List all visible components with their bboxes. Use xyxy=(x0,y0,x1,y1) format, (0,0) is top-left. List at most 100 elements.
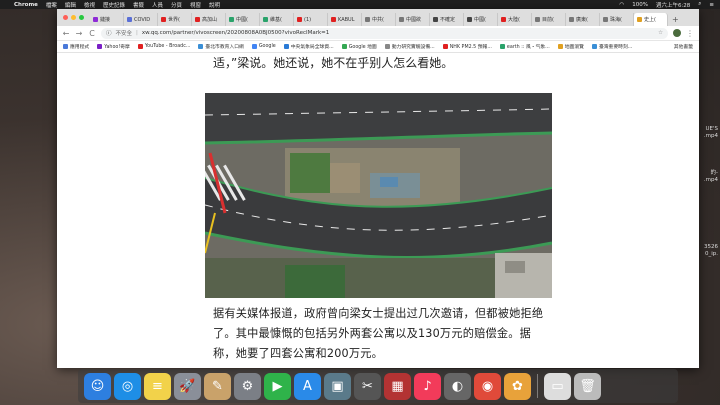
minimize-window-button[interactable] xyxy=(71,15,76,20)
menu-help[interactable]: 說明 xyxy=(209,1,220,9)
tab-favicon-icon xyxy=(637,17,642,22)
tab-label: 珠海( xyxy=(610,17,622,23)
final-cut-pro-icon[interactable]: ✂ xyxy=(354,372,381,400)
bookmark-favicon-icon xyxy=(283,44,289,49)
browser-tab[interactable]: 世界( xyxy=(158,13,192,26)
desktop-file-label[interactable]: UE'S xyxy=(704,126,718,133)
notes-icon[interactable]: ≡ xyxy=(144,372,171,400)
browser-tab[interactable]: 中國( xyxy=(464,13,498,26)
bookmark-item[interactable]: 臺北市教育入口網 xyxy=(198,43,244,50)
desktop-file-label[interactable]: 0_ip. xyxy=(704,251,718,258)
desktop-file-label[interactable]: 的- xyxy=(704,170,719,177)
profile-avatar[interactable] xyxy=(673,29,681,37)
photos-icon[interactable]: ✿ xyxy=(504,372,531,400)
zoom-window-button[interactable] xyxy=(79,15,84,20)
facetime-icon[interactable]: ▶ xyxy=(264,372,291,400)
browser-tab[interactable]: 珠海( xyxy=(600,13,634,26)
browser-tab[interactable]: KABUL xyxy=(328,13,362,26)
other-bookmarks[interactable]: 其他書籤 xyxy=(674,43,693,50)
chrome-icon[interactable]: ◉ xyxy=(474,372,501,400)
menu-history[interactable]: 歷史記錄 xyxy=(103,1,125,9)
tab-strip: 鏈接 COVID 世界(高加山 中國(維基((1) KABUL 中共(中國欲 不確定 中國(大… xyxy=(57,9,699,26)
bookmark-item[interactable]: Google xyxy=(251,43,276,50)
browser-tab[interactable]: 中國( xyxy=(226,13,260,26)
dock: ☺ ◎ ≡ 🚀 ✎ ⚙ ▶ A ▣ ✂ ▦ ♪ ◐ ◉ ✿ ▭ 🗑 xyxy=(78,369,678,403)
menu-view[interactable]: 檢視 xyxy=(84,1,95,9)
bookmark-item[interactable]: earth :: 風・气象... xyxy=(499,43,550,50)
bookmark-item[interactable]: Yahoo!奇摩 xyxy=(97,43,130,50)
search-icon[interactable]: ⌕ xyxy=(698,1,701,8)
bookmark-item[interactable]: NHK PM2.5 預報... xyxy=(442,43,492,50)
finder-icon[interactable]: ☺ xyxy=(84,372,111,400)
safari-icon[interactable]: ◎ xyxy=(114,372,141,400)
bookmark-item[interactable]: 臺灣重要時刻... xyxy=(591,43,632,50)
bookmark-item[interactable]: 應用程式 xyxy=(63,43,89,50)
menu-bookmarks[interactable]: 書籤 xyxy=(133,1,144,9)
bookmark-favicon-icon xyxy=(591,44,597,49)
wifi-icon[interactable]: ◠ xyxy=(619,2,624,8)
preview-icon[interactable]: ▣ xyxy=(324,372,351,400)
tab-favicon-icon xyxy=(331,17,336,22)
browser-tab[interactable]: 鏈接 xyxy=(90,13,124,26)
screen-window-icon[interactable]: ▭ xyxy=(544,372,571,400)
more-menu-icon[interactable]: ⋮ xyxy=(686,29,694,38)
browser-tab[interactable]: (1) xyxy=(294,13,328,26)
tab-label: 史上( xyxy=(644,17,656,23)
page-content: 适，”梁说。她还说，她不在乎别人怎么看她。 据有关媒体报道，政府曾向梁女士提出过… xyxy=(57,53,699,368)
browser-tab[interactable]: 中國欲 xyxy=(396,13,430,26)
url-text[interactable]: xw.qq.com/partner/vivoscreen/20200808A0B… xyxy=(142,30,329,36)
tab-favicon-icon xyxy=(467,17,472,22)
bookmark-item[interactable]: 動力研究實驗設備... xyxy=(384,43,435,50)
address-bar[interactable]: ⓘ 不安全 | xw.qq.com/partner/vivoscreen/202… xyxy=(101,27,668,39)
bookmark-item[interactable]: 地圖瀏覽 xyxy=(557,43,584,50)
battery-percent[interactable]: 100% xyxy=(632,2,648,8)
menu-file[interactable]: 檔案 xyxy=(46,1,57,9)
tab-favicon-icon xyxy=(263,17,268,22)
app-store-icon[interactable]: A xyxy=(294,372,321,400)
bookmark-star-icon[interactable]: ☆ xyxy=(658,30,663,36)
menu-tab[interactable]: 分頁 xyxy=(171,1,182,9)
control-center-icon[interactable]: ≡ xyxy=(709,2,714,8)
browser-tab[interactable]: 史上( xyxy=(634,13,668,26)
desktop-file-label[interactable]: .mp4 xyxy=(704,133,718,140)
photo-booth-icon[interactable]: ▦ xyxy=(384,372,411,400)
desktop-file-label[interactable]: 3526 xyxy=(704,244,718,251)
bookmark-item[interactable]: Google 地圖 xyxy=(341,43,377,50)
browser-tab[interactable]: 大陸( xyxy=(498,13,532,26)
browser-tab[interactable]: 高加山 xyxy=(192,13,226,26)
browser-tab[interactable]: COVID xyxy=(124,13,158,26)
bookmark-label: 中央氣象局全球資... xyxy=(290,45,334,50)
bookmark-favicon-icon xyxy=(499,44,505,49)
music-icon[interactable]: ♪ xyxy=(414,372,441,400)
forward-button[interactable]: → xyxy=(75,29,83,38)
clock[interactable]: 週六上午6:28 xyxy=(656,1,690,9)
reload-button[interactable]: C xyxy=(88,29,96,38)
bookmark-item[interactable]: YouTube - Broadc... xyxy=(137,43,190,50)
disk-utility-icon[interactable]: ◐ xyxy=(444,372,471,400)
browser-tab[interactable]: 廣東( xyxy=(566,13,600,26)
browser-tab[interactable]: 維基( xyxy=(260,13,294,26)
bookmark-favicon-icon xyxy=(137,44,143,49)
menu-edit[interactable]: 編輯 xyxy=(65,1,76,9)
back-button[interactable]: ← xyxy=(62,29,70,38)
launchpad-icon[interactable]: 🚀 xyxy=(174,372,201,400)
system-preferences-icon[interactable]: ⚙ xyxy=(234,372,261,400)
menu-window[interactable]: 視窗 xyxy=(190,1,201,9)
close-window-button[interactable] xyxy=(63,15,68,20)
bookmark-label: 地圖瀏覽 xyxy=(564,45,584,50)
tab-label: 鏈接 xyxy=(100,17,111,23)
bookmark-item[interactable]: 中央氣象局全球資... xyxy=(283,43,334,50)
browser-tab[interactable]: 目前( xyxy=(532,13,566,26)
textedit-icon[interactable]: ✎ xyxy=(204,372,231,400)
info-icon[interactable]: ⓘ xyxy=(106,29,112,37)
trash-icon[interactable]: 🗑 xyxy=(574,372,601,400)
bookmark-favicon-icon xyxy=(341,44,347,49)
menu-app-name[interactable]: Chrome xyxy=(14,2,38,8)
desktop-file-label[interactable]: .mp4 xyxy=(704,177,718,184)
tab-label: 廣東( xyxy=(576,17,588,23)
browser-tab[interactable]: 不確定 xyxy=(430,13,464,26)
article-paragraph: 据有关媒体报道，政府曾向梁女士提出过几次邀请，但都被她拒绝了。其中最慷慨的包括另… xyxy=(213,307,544,360)
new-tab-button[interactable]: + xyxy=(668,15,683,26)
browser-tab[interactable]: 中共( xyxy=(362,13,396,26)
menu-people[interactable]: 人員 xyxy=(152,1,163,9)
